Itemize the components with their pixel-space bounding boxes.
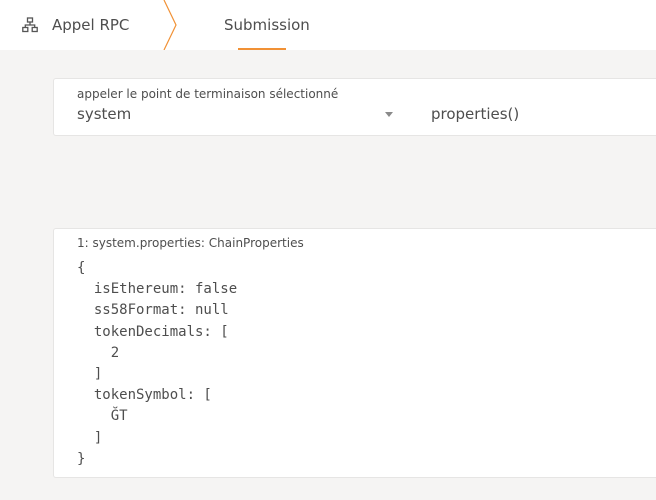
code-line: ĞT xyxy=(77,408,128,425)
network-icon xyxy=(22,17,38,33)
code-line: tokenDecimals: [ xyxy=(77,323,229,340)
code-line: } xyxy=(77,450,86,467)
section-header: Appel RPC xyxy=(22,0,129,50)
code-line: ] xyxy=(77,429,103,446)
code-line: ss58Format: null xyxy=(77,302,229,319)
result-label: 1: system.properties: ChainProperties xyxy=(77,236,304,250)
result-output: { isEthereum: false ss58Format: null tok… xyxy=(77,258,237,470)
result-card: 1: system.properties: ChainProperties { … xyxy=(53,228,656,478)
endpoint-selector-card: appeler le point de terminaison sélectio… xyxy=(53,78,656,136)
endpoint-selector-label: appeler le point de terminaison sélectio… xyxy=(77,87,339,101)
method-dropdown[interactable]: properties() xyxy=(431,105,519,123)
dropdown-caret-icon[interactable] xyxy=(385,112,393,117)
active-tab-indicator xyxy=(238,48,286,50)
section-dropdown[interactable]: system xyxy=(77,105,131,123)
top-navigation-bar: Appel RPC Submission xyxy=(0,0,656,50)
code-line: isEthereum: false xyxy=(77,281,238,298)
code-line: tokenSymbol: [ xyxy=(77,387,212,404)
code-line: 2 xyxy=(77,344,120,361)
breadcrumb-chevron-icon xyxy=(163,0,177,50)
tab-submission[interactable]: Submission xyxy=(224,0,310,50)
code-line: { xyxy=(77,260,86,276)
section-title: Appel RPC xyxy=(52,16,130,34)
code-line: ] xyxy=(77,365,103,382)
